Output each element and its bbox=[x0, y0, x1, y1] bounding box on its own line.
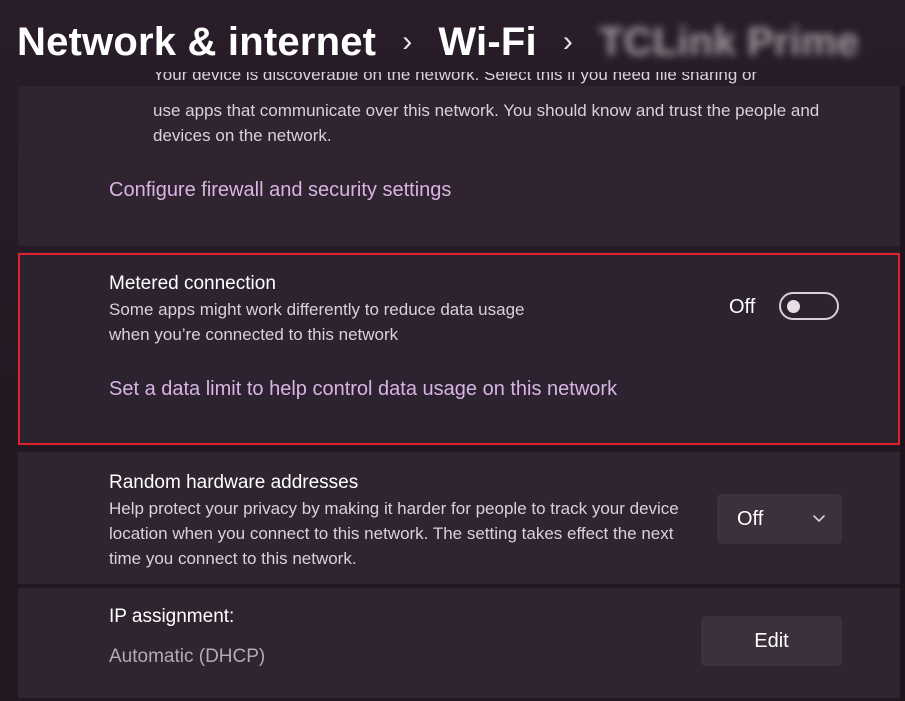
metered-connection-title: Metered connection bbox=[109, 273, 276, 294]
toggle-knob bbox=[787, 300, 800, 313]
metered-connection-description: Some apps might work differently to redu… bbox=[109, 300, 525, 344]
settings-page: Network & internet › Wi-Fi › TCLink Prim… bbox=[0, 0, 905, 701]
breadcrumb-network-internet[interactable]: Network & internet bbox=[17, 20, 376, 65]
edit-ip-button[interactable]: Edit bbox=[701, 616, 842, 666]
random-hardware-title: Random hardware addresses bbox=[109, 472, 359, 493]
chevron-right-icon: › bbox=[402, 25, 413, 58]
breadcrumb-network-name: TCLink Prime bbox=[599, 19, 860, 64]
network-profile-description: use apps that communicate over this netw… bbox=[153, 101, 820, 145]
network-profile-description-partial: Your device is discoverable on the netwo… bbox=[153, 72, 853, 87]
chevron-down-icon bbox=[813, 515, 825, 522]
metered-toggle-state: Off bbox=[729, 296, 756, 318]
ip-assignment-value: Automatic (DHCP) bbox=[109, 646, 266, 667]
metered-connection-toggle[interactable] bbox=[779, 292, 839, 320]
data-limit-link[interactable]: Set a data limit to help control data us… bbox=[109, 378, 617, 401]
ip-assignment-title: IP assignment: bbox=[109, 606, 235, 627]
random-hardware-description: Help protect your privacy by making it h… bbox=[109, 499, 679, 568]
partial-line-text: Your device is discoverable on the netwo… bbox=[153, 72, 758, 84]
dropdown-selected-value: Off bbox=[737, 507, 764, 530]
random-hardware-dropdown[interactable]: Off bbox=[717, 494, 842, 544]
breadcrumb-wifi[interactable]: Wi-Fi bbox=[438, 20, 536, 65]
chevron-right-icon: › bbox=[562, 25, 574, 58]
scroll-edge bbox=[900, 86, 905, 701]
breadcrumb: Network & internet › Wi-Fi › TCLink Prim… bbox=[17, 14, 859, 70]
firewall-settings-link[interactable]: Configure firewall and security settings bbox=[109, 179, 451, 202]
